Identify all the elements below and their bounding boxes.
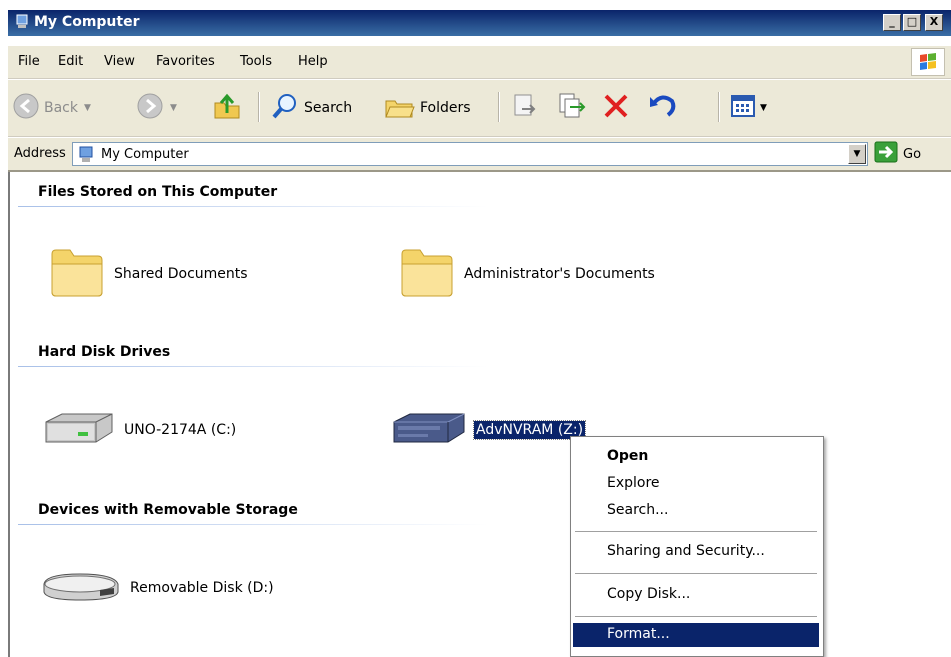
context-open-label: Open [607,448,649,464]
folder-icon [398,244,456,304]
search-label: Search [304,100,353,116]
menu-help[interactable]: Help [298,54,328,69]
context-copy-disk-label: Copy Disk... [607,586,691,602]
folders-label: Folders [420,100,471,116]
context-search[interactable]: Search... [573,499,819,523]
folder-icon [48,244,106,304]
item-label: Administrator's Documents [464,266,655,282]
context-explore-label: Explore [607,475,660,491]
standard-toolbar: Back ▼ ▼ Search Folders ▼ [8,80,951,137]
back-arrow-icon [12,92,40,124]
removable-disk-item[interactable]: Removable Disk (D:) [40,566,276,610]
maximize-button[interactable]: □ [903,14,921,31]
delete-button[interactable] [602,90,630,126]
context-search-label: Search... [607,502,669,518]
hard-disk-icon [40,408,116,452]
menu-view[interactable]: View [104,54,135,69]
group-header-files: Files Stored on This Computer [38,184,278,200]
search-button[interactable]: Search [270,90,352,126]
views-dropdown-icon: ▼ [760,103,767,113]
context-menu: Open Explore Search... Sharing and Secur… [570,436,824,657]
back-label: Back [44,100,78,116]
address-label: Address [14,146,66,161]
search-magnifier-icon [270,91,300,125]
address-input[interactable]: My Computer ▼ [72,142,868,166]
drive-z-item[interactable]: AdvNVRAM (Z:) [388,408,587,452]
context-separator [575,616,817,617]
forward-dropdown-icon: ▼ [170,103,177,113]
my-computer-icon [14,14,30,34]
forward-arrow-icon [136,92,164,124]
move-to-icon [510,91,540,125]
group-divider [18,366,488,367]
go-label: Go [903,146,922,162]
shared-documents-item[interactable]: Shared Documents [48,244,250,304]
go-button[interactable]: Go [874,141,922,167]
item-label: AdvNVRAM (Z:) [472,420,587,440]
back-dropdown-icon: ▼ [84,103,91,113]
context-copy-disk[interactable]: Copy Disk... [573,583,819,607]
group-divider [18,206,488,207]
context-sharing-security[interactable]: Sharing and Security... [573,540,819,564]
toolbar-separator [718,92,720,122]
address-dropdown-button[interactable]: ▼ [848,144,866,164]
close-button[interactable]: X [925,14,943,31]
group-divider [18,524,488,525]
back-button[interactable]: Back ▼ [12,90,91,126]
go-arrow-icon [874,141,898,167]
toolbar-separator [498,92,500,122]
folders-button[interactable]: Folders [384,90,471,126]
context-sharing-label: Sharing and Security... [607,543,765,559]
title-bar[interactable]: My Computer _ □ X [8,10,951,36]
context-separator [575,573,817,574]
group-header-removable: Devices with Removable Storage [38,502,298,518]
folders-icon [384,91,416,125]
drive-c-item[interactable]: UNO-2174A (C:) [40,408,238,452]
address-value: My Computer [101,147,189,162]
menu-favorites[interactable]: Favorites [156,54,215,69]
address-bar: Address My Computer ▼ Go [8,138,951,172]
item-label: UNO-2174A (C:) [124,422,237,438]
context-separator [575,531,817,532]
item-label: Shared Documents [114,266,248,282]
toolbar-separator [258,92,260,122]
menu-tools[interactable]: Tools [240,54,272,69]
views-icon [730,93,758,123]
move-to-button[interactable] [510,90,540,126]
context-format-label: Format... [607,626,670,642]
group-header-hard-disks: Hard Disk Drives [38,344,171,360]
up-button[interactable] [212,90,242,126]
removable-disk-icon [40,566,122,610]
menu-bar: File Edit View Favorites Tools Help [8,46,951,79]
undo-button[interactable] [648,90,678,126]
menu-edit[interactable]: Edit [58,54,83,69]
forward-button[interactable]: ▼ [136,90,177,126]
up-folder-icon [212,91,242,125]
delete-x-icon [602,92,630,124]
item-label: Removable Disk (D:) [130,580,274,596]
copy-to-button[interactable] [556,90,588,126]
context-open[interactable]: Open [573,445,819,469]
minimize-button[interactable]: _ [883,14,901,31]
menu-file[interactable]: File [18,54,40,69]
copy-to-icon [556,91,588,125]
my-computer-icon [77,146,95,168]
context-explore[interactable]: Explore [573,472,819,496]
administrator-documents-item[interactable]: Administrator's Documents [398,244,657,304]
window-title: My Computer [34,14,140,30]
windows-logo-icon [911,48,945,76]
context-format[interactable]: Format... [573,623,819,647]
network-drive-icon [388,408,468,452]
undo-icon [648,91,678,125]
views-button[interactable]: ▼ [730,90,767,126]
